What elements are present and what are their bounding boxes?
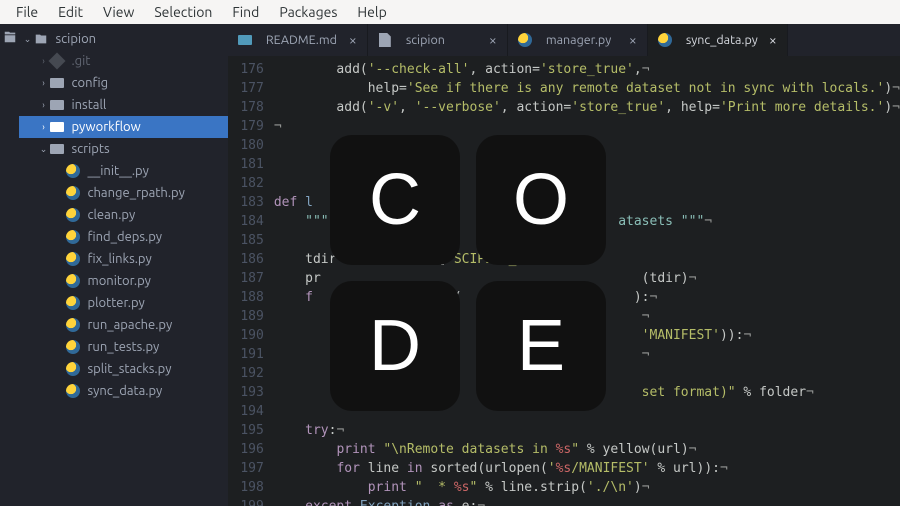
folder-icon xyxy=(49,75,65,91)
tree-item-label: sync_data.py xyxy=(87,384,162,398)
file-icon xyxy=(378,33,392,47)
tree-item-label: find_deps.py xyxy=(87,230,162,244)
tree-item[interactable]: find_deps.py xyxy=(19,226,227,248)
activity-bar xyxy=(0,24,19,506)
line-numbers: 176 177 178 179 180 181 182 183 184 185 … xyxy=(228,56,274,506)
tree-item[interactable]: › config xyxy=(19,72,227,94)
tree-item[interactable]: split_stacks.py xyxy=(19,358,227,380)
file-tree: ⌄ scipion ›.git › config › install › pyworkflo… xyxy=(19,24,227,506)
tree-item-label: pyworkflow xyxy=(71,120,140,134)
editor-pane: README.md×scipion×manager.py×sync_data.p… xyxy=(228,24,900,506)
tree-item-label: config xyxy=(71,76,108,90)
tree-item-label: __init__.py xyxy=(87,164,148,178)
tab-label: README.md xyxy=(266,33,337,47)
tree-item[interactable]: run_apache.py xyxy=(19,314,227,336)
tree-item-label: run_tests.py xyxy=(87,340,159,354)
tree-item-label: .git xyxy=(71,54,90,68)
python-icon xyxy=(65,207,81,223)
menu-selection[interactable]: Selection xyxy=(144,2,222,22)
menu-view[interactable]: View xyxy=(93,2,144,22)
tree-item[interactable]: clean.py xyxy=(19,204,227,226)
tree-item-label: run_apache.py xyxy=(87,318,172,332)
tree-item[interactable]: fix_links.py xyxy=(19,248,227,270)
menu-file[interactable]: File xyxy=(6,2,48,22)
tab-label: manager.py xyxy=(546,33,611,47)
chevron-icon: › xyxy=(39,78,49,88)
tree-item[interactable]: ›.git xyxy=(19,50,227,72)
menubar: FileEditViewSelectionFindPackagesHelp xyxy=(0,0,900,24)
markdown-icon xyxy=(238,33,252,47)
close-icon[interactable]: × xyxy=(629,32,637,48)
python-icon xyxy=(518,33,532,47)
tree-item-label: scripts xyxy=(71,142,109,156)
file-tree-icon[interactable] xyxy=(3,30,17,48)
menu-find[interactable]: Find xyxy=(222,2,269,22)
tree-item-label: fix_links.py xyxy=(87,252,151,266)
python-icon xyxy=(65,339,81,355)
chevron-down-icon: ⌄ xyxy=(23,34,33,45)
tab[interactable]: README.md × xyxy=(228,24,368,56)
python-icon xyxy=(65,273,81,289)
python-icon xyxy=(65,163,81,179)
tree-item-label: monitor.py xyxy=(87,274,150,288)
python-icon xyxy=(65,361,81,377)
tab-label: sync_data.py xyxy=(686,33,758,47)
tree-item-label: clean.py xyxy=(87,208,135,222)
close-icon[interactable]: × xyxy=(489,32,497,48)
tab-label: scipion xyxy=(406,33,445,47)
menu-edit[interactable]: Edit xyxy=(48,2,93,22)
python-icon xyxy=(65,185,81,201)
tree-item[interactable]: change_rpath.py xyxy=(19,182,227,204)
close-icon[interactable]: × xyxy=(769,32,777,48)
tree-item[interactable]: __init__.py xyxy=(19,160,227,182)
code-area[interactable]: 176 177 178 179 180 181 182 183 184 185 … xyxy=(228,56,900,506)
chevron-icon: › xyxy=(39,122,49,132)
tree-item[interactable]: sync_data.py xyxy=(19,380,227,402)
folder-icon xyxy=(49,97,65,113)
folder-icon xyxy=(49,141,65,157)
tree-item[interactable]: ⌄ scripts xyxy=(19,138,227,160)
source-code[interactable]: add('--check-all', action='store_true',¬… xyxy=(274,56,900,506)
tab-bar: README.md×scipion×manager.py×sync_data.p… xyxy=(228,24,900,56)
tree-item-label: split_stacks.py xyxy=(87,362,171,376)
tree-item[interactable]: › install xyxy=(19,94,227,116)
git-icon xyxy=(49,53,65,69)
tree-item[interactable]: › pyworkflow xyxy=(19,116,227,138)
python-icon xyxy=(65,251,81,267)
menu-packages[interactable]: Packages xyxy=(269,2,347,22)
tab[interactable]: manager.py × xyxy=(508,24,648,56)
tree-item[interactable]: plotter.py xyxy=(19,292,227,314)
folder-icon xyxy=(49,119,65,135)
tree-root-label: scipion xyxy=(55,32,96,46)
python-icon xyxy=(658,33,672,47)
python-icon xyxy=(65,295,81,311)
tree-item-label: plotter.py xyxy=(87,296,144,310)
tree-item-label: install xyxy=(71,98,106,112)
tab[interactable]: scipion × xyxy=(368,24,508,56)
tab[interactable]: sync_data.py × xyxy=(648,24,788,56)
python-icon xyxy=(65,383,81,399)
chevron-icon: › xyxy=(39,100,49,110)
close-icon[interactable]: × xyxy=(349,32,357,48)
tree-item[interactable]: run_tests.py xyxy=(19,336,227,358)
tree-item-label: change_rpath.py xyxy=(87,186,184,200)
python-icon xyxy=(65,317,81,333)
project-icon xyxy=(33,31,49,47)
menu-help[interactable]: Help xyxy=(347,2,396,22)
chevron-icon: ⌄ xyxy=(39,144,49,155)
tree-item[interactable]: monitor.py xyxy=(19,270,227,292)
tree-root[interactable]: ⌄ scipion xyxy=(19,28,227,50)
python-icon xyxy=(65,229,81,245)
